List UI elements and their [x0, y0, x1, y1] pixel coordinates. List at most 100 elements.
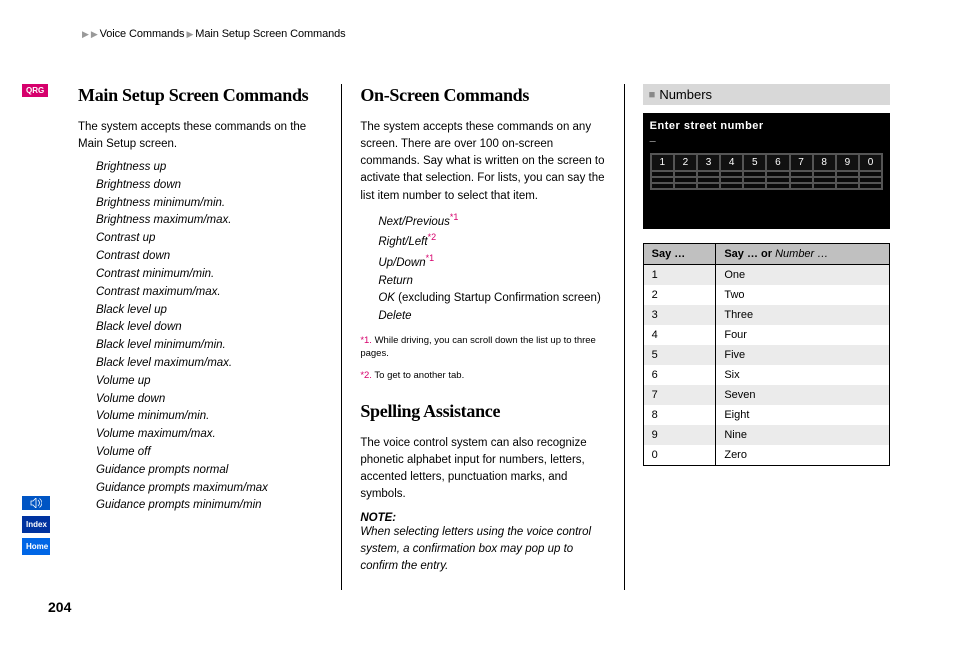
table-cell-digit: 7: [643, 385, 716, 405]
keyboard-key-disabled: [813, 183, 836, 189]
table-cell-word: Four: [716, 325, 890, 345]
table-row: 3Three: [643, 305, 889, 325]
keyboard-key: 4: [720, 154, 743, 171]
breadcrumb-level1: Voice Commands: [100, 28, 185, 40]
keyboard-key: 0: [859, 154, 882, 171]
keyboard-key-disabled: [674, 183, 697, 189]
keyboard-key-disabled: [859, 183, 882, 189]
table-cell-word: Seven: [716, 385, 890, 405]
chevron-icon: ▶: [186, 29, 193, 40]
chevron-icon: ▶: [91, 29, 98, 40]
table-cell-word: One: [716, 265, 890, 286]
command-item: Black level down: [96, 319, 325, 337]
footnote: *1. While driving, you can scroll down t…: [360, 334, 607, 361]
command-item: Delete: [378, 308, 607, 326]
table-row: 8Eight: [643, 405, 889, 425]
keyboard-key: 6: [766, 154, 789, 171]
section-title-spelling: Spelling Assistance: [360, 400, 607, 423]
command-item: Brightness down: [96, 177, 325, 195]
keyboard-key: 9: [836, 154, 859, 171]
keyboard-key: 1: [651, 154, 674, 171]
command-item: Volume up: [96, 373, 325, 391]
screen-thumbnail-title: Enter street number: [650, 120, 883, 132]
keyboard-key-disabled: [766, 183, 789, 189]
table-row: 2Two: [643, 285, 889, 305]
table-cell-digit: 1: [643, 265, 716, 286]
command-item: Brightness maximum/max.: [96, 212, 325, 230]
page-number: 204: [48, 599, 71, 615]
keyboard-key-disabled: [790, 183, 813, 189]
command-item: Volume maximum/max.: [96, 426, 325, 444]
note-label: NOTE:: [360, 512, 607, 524]
numbers-table: Say … Say … or Number … 1One2Two3Three4F…: [643, 243, 890, 466]
onscreen-keyboard: 1234567890: [650, 153, 883, 190]
breadcrumb-level2: Main Setup Screen Commands: [195, 28, 345, 40]
command-list-onscreen: Next/Previous*1Right/Left*2Up/Down*1Retu…: [360, 211, 607, 326]
keyboard-key-disabled: [697, 183, 720, 189]
command-item: Volume minimum/min.: [96, 408, 325, 426]
table-cell-digit: 9: [643, 425, 716, 445]
table-cell-word: Nine: [716, 425, 890, 445]
table-row: 6Six: [643, 365, 889, 385]
voice-icon[interactable]: [22, 496, 50, 510]
home-tag[interactable]: Home: [22, 538, 50, 555]
keyboard-key: 3: [697, 154, 720, 171]
command-item: Next/Previous*1: [378, 211, 607, 232]
command-item: Black level up: [96, 302, 325, 320]
table-row: 5Five: [643, 345, 889, 365]
section-title-main-setup: Main Setup Screen Commands: [78, 84, 325, 107]
table-cell-digit: 4: [643, 325, 716, 345]
table-cell-digit: 3: [643, 305, 716, 325]
table-cell-word: Eight: [716, 405, 890, 425]
command-item: Contrast minimum/min.: [96, 266, 325, 284]
command-item: Contrast down: [96, 248, 325, 266]
column-onscreen: On-Screen Commands The system accepts th…: [341, 84, 623, 590]
table-cell-word: Three: [716, 305, 890, 325]
note-text: When selecting letters using the voice c…: [360, 524, 607, 576]
subheading-label: Numbers: [659, 87, 712, 102]
table-cell-word: Two: [716, 285, 890, 305]
command-item: Return: [378, 273, 607, 291]
keyboard-key: 7: [790, 154, 813, 171]
command-item: Contrast maximum/max.: [96, 284, 325, 302]
table-cell-digit: 5: [643, 345, 716, 365]
qrg-tag[interactable]: QRG: [22, 84, 48, 97]
footnote: *2. To get to another tab.: [360, 369, 607, 382]
keyboard-key: 5: [743, 154, 766, 171]
subheading-numbers: ■ Numbers: [643, 84, 890, 105]
footnotes: *1. While driving, you can scroll down t…: [360, 334, 607, 382]
column-main-setup: Main Setup Screen Commands The system ac…: [78, 84, 341, 590]
table-header-italic: Number …: [775, 248, 828, 260]
table-header-say-or: Say … or Number …: [716, 244, 890, 265]
command-item: Brightness minimum/min.: [96, 195, 325, 213]
content-area: Main Setup Screen Commands The system ac…: [78, 84, 906, 590]
screen-thumbnail: Enter street number _ 1234567890: [643, 113, 890, 229]
keyboard-key-disabled: [651, 183, 674, 189]
command-item: Black level maximum/max.: [96, 355, 325, 373]
keyboard-key-disabled: [743, 183, 766, 189]
keyboard-key: 2: [674, 154, 697, 171]
table-cell-word: Five: [716, 345, 890, 365]
table-header-prefix: Say … or: [724, 248, 775, 260]
command-item: Volume down: [96, 391, 325, 409]
keyboard-key-disabled: [720, 183, 743, 189]
command-list-main-setup: Brightness upBrightness downBrightness m…: [78, 159, 325, 515]
chevron-icon: ▶: [82, 29, 89, 40]
command-item: Up/Down*1: [378, 252, 607, 273]
table-row: 1One: [643, 265, 889, 286]
table-cell-word: Zero: [716, 445, 890, 466]
command-item: Volume off: [96, 444, 325, 462]
table-row: 7Seven: [643, 385, 889, 405]
index-tag[interactable]: Index: [22, 516, 50, 533]
intro-main-setup: The system accepts these commands on the…: [78, 119, 325, 154]
table-cell-digit: 8: [643, 405, 716, 425]
command-item: Guidance prompts minimum/min: [96, 497, 325, 515]
table-row: 0Zero: [643, 445, 889, 466]
intro-onscreen: The system accepts these commands on any…: [360, 119, 607, 205]
screen-cursor: _: [650, 134, 883, 145]
table-row: 4Four: [643, 325, 889, 345]
table-cell-word: Six: [716, 365, 890, 385]
intro-spelling: The voice control system can also recogn…: [360, 435, 607, 504]
table-cell-digit: 2: [643, 285, 716, 305]
section-title-onscreen: On-Screen Commands: [360, 84, 607, 107]
